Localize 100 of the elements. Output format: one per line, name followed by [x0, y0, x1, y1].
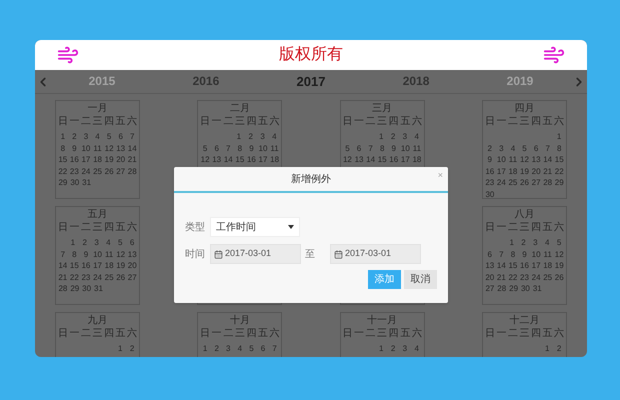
- day-number[interactable]: 30: [82, 283, 92, 294]
- day-number[interactable]: 7: [60, 248, 66, 260]
- day-number[interactable]: 4: [414, 131, 419, 142]
- day-number[interactable]: 29: [58, 177, 68, 188]
- day-number[interactable]: 17: [258, 154, 268, 166]
- day-number[interactable]: 31: [94, 283, 103, 294]
- day-number[interactable]: 18: [93, 154, 102, 166]
- day-number[interactable]: 24: [93, 272, 102, 283]
- add-button[interactable]: 添加: [368, 270, 401, 289]
- day-number[interactable]: 24: [532, 272, 541, 283]
- day-number[interactable]: 25: [508, 177, 518, 188]
- day-number[interactable]: 29: [70, 283, 80, 294]
- day-number[interactable]: 30: [520, 283, 530, 294]
- day-number[interactable]: 14: [58, 260, 68, 272]
- type-select[interactable]: 工作时间: [210, 217, 300, 237]
- day-number[interactable]: 4: [106, 237, 111, 248]
- day-number[interactable]: 13: [212, 154, 222, 166]
- day-number[interactable]: 18: [104, 260, 114, 272]
- day-number[interactable]: 17: [81, 154, 90, 166]
- day-number[interactable]: 13: [485, 260, 494, 272]
- day-number[interactable]: 3: [94, 237, 99, 248]
- day-number[interactable]: 1: [60, 131, 66, 142]
- day-number[interactable]: 4: [510, 142, 516, 154]
- day-number[interactable]: 22: [58, 166, 68, 177]
- day-number[interactable]: 14: [496, 260, 506, 272]
- day-number[interactable]: 13: [116, 142, 126, 154]
- day-number[interactable]: 14: [224, 154, 233, 166]
- day-number[interactable]: 27: [128, 272, 137, 283]
- day-number[interactable]: 1: [509, 237, 514, 248]
- day-number[interactable]: 12: [342, 154, 352, 166]
- day-number[interactable]: 2: [130, 343, 134, 354]
- start-date-field[interactable]: 2017-03-01: [210, 244, 301, 264]
- day-number[interactable]: 6: [260, 343, 266, 354]
- day-number[interactable]: 20: [532, 166, 541, 177]
- day-number[interactable]: 11: [544, 248, 552, 260]
- day-number[interactable]: 14: [128, 142, 137, 154]
- day-number[interactable]: 10: [81, 142, 90, 154]
- day-number[interactable]: 21: [543, 166, 552, 177]
- day-number[interactable]: 23: [485, 177, 494, 188]
- day-number[interactable]: 7: [272, 343, 277, 354]
- day-number[interactable]: 9: [72, 142, 77, 154]
- day-number[interactable]: 14: [543, 154, 552, 166]
- day-number[interactable]: 26: [116, 272, 126, 283]
- day-number[interactable]: 2: [488, 142, 492, 154]
- day-number[interactable]: 12: [200, 154, 210, 166]
- day-number[interactable]: 29: [509, 283, 518, 294]
- day-number[interactable]: 10: [400, 142, 410, 154]
- day-number[interactable]: 28: [58, 283, 68, 294]
- day-number[interactable]: 1: [202, 343, 208, 354]
- day-number[interactable]: 20: [116, 154, 126, 166]
- day-number[interactable]: 19: [520, 166, 529, 177]
- day-number[interactable]: 7: [130, 131, 134, 142]
- day-number[interactable]: 3: [402, 131, 408, 142]
- day-number[interactable]: 15: [378, 154, 387, 166]
- day-number[interactable]: 5: [556, 237, 562, 248]
- day-number[interactable]: 18: [412, 154, 422, 166]
- day-number[interactable]: 13: [128, 248, 137, 260]
- day-number[interactable]: 11: [104, 248, 114, 260]
- day-number[interactable]: 16: [485, 166, 494, 177]
- day-number[interactable]: 22: [508, 272, 518, 283]
- day-number[interactable]: 7: [368, 142, 373, 154]
- day-number[interactable]: 27: [532, 177, 541, 188]
- day-number[interactable]: 21: [58, 272, 68, 283]
- day-number[interactable]: 6: [534, 142, 538, 154]
- day-number[interactable]: 17: [400, 154, 410, 166]
- day-number[interactable]: 26: [554, 272, 564, 283]
- year-tab[interactable]: 2019: [506, 72, 534, 92]
- day-number[interactable]: 2: [556, 343, 562, 354]
- day-number[interactable]: 8: [557, 142, 562, 154]
- day-number[interactable]: 25: [543, 272, 552, 283]
- cancel-button[interactable]: 取消: [404, 270, 437, 289]
- day-number[interactable]: 12: [104, 142, 114, 154]
- day-number[interactable]: 12: [116, 248, 126, 260]
- day-number[interactable]: 3: [260, 131, 265, 142]
- day-number[interactable]: 6: [130, 237, 134, 248]
- day-number[interactable]: 8: [510, 248, 516, 260]
- day-number[interactable]: 16: [70, 154, 79, 166]
- day-number[interactable]: 5: [106, 131, 112, 142]
- day-number[interactable]: 6: [356, 142, 362, 154]
- day-number[interactable]: 20: [485, 272, 494, 283]
- day-number[interactable]: 17: [93, 260, 102, 272]
- day-number[interactable]: 3: [533, 237, 538, 248]
- day-number[interactable]: 21: [496, 272, 506, 283]
- day-number[interactable]: 28: [497, 283, 506, 294]
- day-number[interactable]: 18: [543, 260, 552, 272]
- day-number[interactable]: 9: [392, 142, 396, 154]
- day-number[interactable]: 8: [380, 142, 384, 154]
- day-number[interactable]: 15: [235, 154, 244, 166]
- day-number[interactable]: 22: [554, 166, 564, 177]
- day-number[interactable]: 1: [378, 343, 384, 354]
- day-number[interactable]: 19: [554, 260, 564, 272]
- day-number[interactable]: 17: [496, 166, 506, 177]
- day-number[interactable]: 6: [214, 142, 219, 154]
- day-number[interactable]: 12: [520, 154, 529, 166]
- day-number[interactable]: 1: [378, 131, 384, 142]
- day-number[interactable]: 26: [104, 166, 114, 177]
- day-number[interactable]: 10: [532, 248, 541, 260]
- day-number[interactable]: 1: [236, 131, 242, 142]
- day-number[interactable]: 29: [554, 177, 564, 188]
- day-number[interactable]: 23: [520, 272, 529, 283]
